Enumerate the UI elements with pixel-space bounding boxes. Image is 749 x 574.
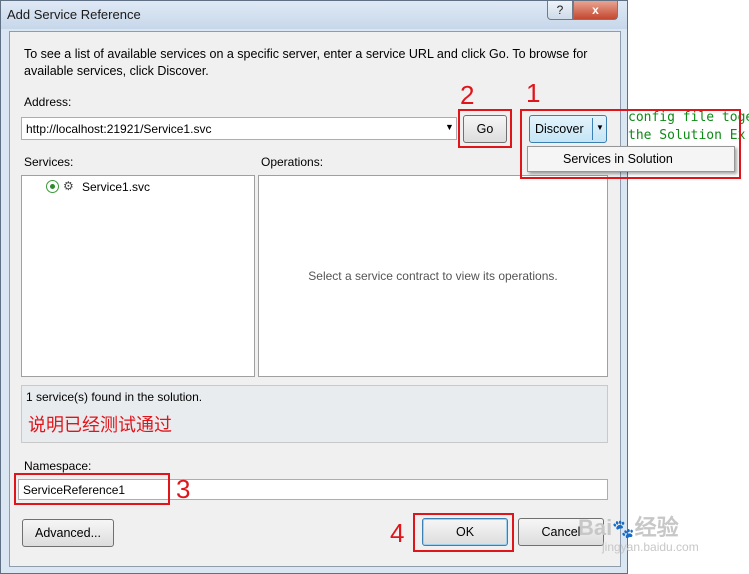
annotation-number-2: 2 [460, 80, 475, 110]
service-gear-icon: ⚙ [63, 179, 74, 193]
annotation-box-namespace [14, 473, 170, 505]
annotation-number-4: 4 [390, 518, 405, 548]
operations-panel: Select a service contract to view its op… [258, 175, 608, 377]
service-item[interactable]: Service1.svc [82, 180, 150, 194]
watermark-url: jingyan.baidu.com [602, 540, 699, 554]
address-input[interactable]: http://localhost:21921/Service1.svc [21, 117, 457, 140]
services-label: Services: [24, 155, 74, 169]
annotation-box-discover [520, 109, 741, 179]
watermark-logo: Bai🐾经验 [578, 515, 679, 540]
annotation-box-go [458, 109, 512, 148]
background-editor: config file toge the Solution Ex [626, 0, 749, 574]
address-value: http://localhost:21921/Service1.svc [26, 122, 212, 136]
chinese-annotation: 说明已经测试通过 [28, 415, 172, 436]
intro-text: To see a list of available services on a… [24, 47, 588, 78]
address-dropdown-arrow-icon[interactable]: ▼ [445, 122, 454, 132]
window-title: Add Service Reference [7, 7, 141, 22]
close-button[interactable]: x [573, 1, 618, 20]
annotation-box-ok [413, 513, 514, 552]
title-bar: Add Service Reference ? x [1, 1, 627, 29]
annotation-number-1: 1 [526, 78, 541, 108]
services-tree[interactable]: ⚙ Service1.svc [21, 175, 255, 377]
address-label: Address: [24, 95, 72, 109]
operations-placeholder: Select a service contract to view its op… [308, 269, 558, 283]
help-button[interactable]: ? [547, 1, 573, 20]
operations-label: Operations: [261, 155, 324, 169]
annotation-number-3: 3 [176, 474, 191, 504]
advanced-button[interactable]: Advanced... [22, 519, 114, 547]
namespace-label: Namespace: [24, 459, 92, 473]
status-message: 1 service(s) found in the solution. [26, 390, 203, 404]
status-box: 1 service(s) found in the solution. 说明已经… [21, 385, 608, 443]
expanded-node-icon[interactable] [46, 180, 59, 193]
